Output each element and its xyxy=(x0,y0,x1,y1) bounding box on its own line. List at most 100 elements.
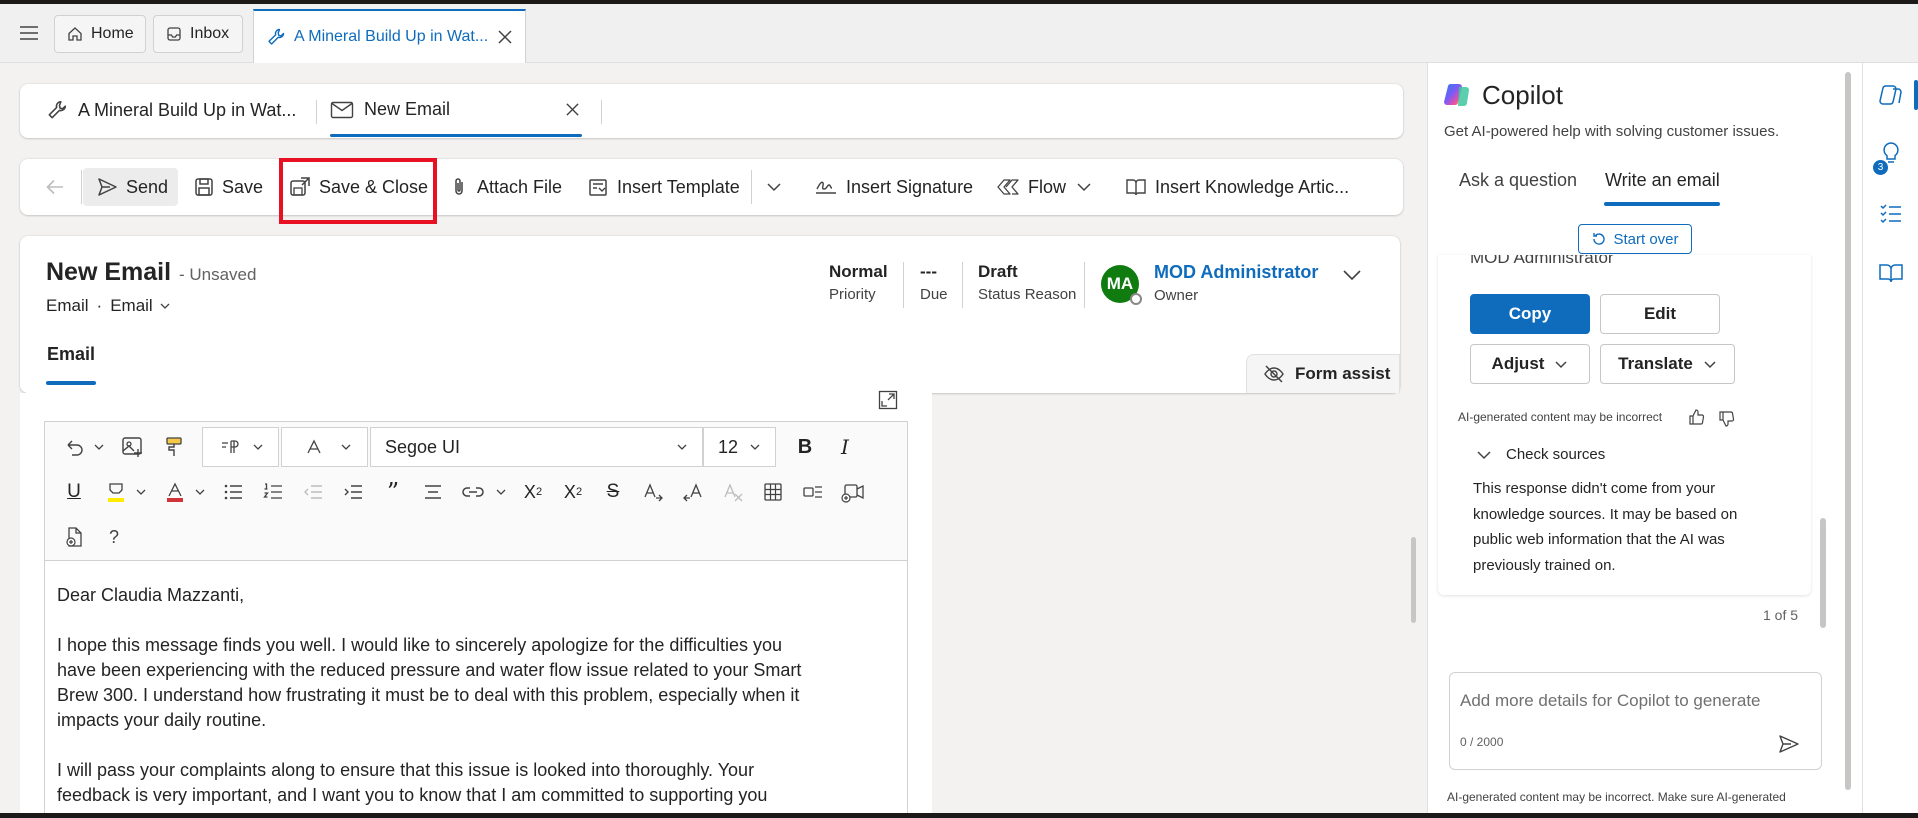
help-icon[interactable]: ? xyxy=(101,524,127,550)
edit-button[interactable]: Edit xyxy=(1600,294,1720,334)
text-direction-ltr-icon[interactable] xyxy=(640,479,666,505)
thumbs-down-icon[interactable] xyxy=(1718,410,1736,428)
font-size-value: 12 xyxy=(718,436,739,457)
decrease-indent-icon[interactable] xyxy=(300,479,326,505)
close-icon[interactable] xyxy=(565,102,580,117)
start-over-button[interactable]: Start over xyxy=(1578,224,1692,254)
hamburger-menu-icon[interactable] xyxy=(18,22,40,44)
email-paragraph-line: impacts your daily routine. xyxy=(57,710,267,730)
form-assist-button[interactable]: Form assist xyxy=(1246,354,1400,393)
text-direction-rtl-icon[interactable] xyxy=(680,479,706,505)
chevron-down-icon[interactable] xyxy=(193,479,207,505)
divider xyxy=(81,170,82,204)
font-color-icon[interactable] xyxy=(162,479,188,505)
refresh-icon xyxy=(1591,231,1607,247)
chevron-down-icon xyxy=(338,434,354,460)
insert-template-button[interactable]: Insert Template xyxy=(587,173,740,201)
email-paragraph-line: Brew 300. I understand how frustrating i… xyxy=(57,685,800,705)
priority-label: Priority xyxy=(829,286,876,303)
translate-button[interactable]: Translate xyxy=(1600,344,1735,384)
send-button[interactable]: Send xyxy=(96,173,168,201)
send-icon[interactable] xyxy=(1777,733,1801,755)
chevron-down-icon xyxy=(1477,450,1491,459)
table-icon[interactable] xyxy=(760,479,786,505)
owner-name[interactable]: MOD Administrator xyxy=(1154,262,1318,283)
increase-indent-icon[interactable] xyxy=(340,479,366,505)
insert-knowledge-button[interactable]: Insert Knowledge Artic... xyxy=(1125,173,1349,201)
record-tab-case[interactable]: A Mineral Build Up in Wat... xyxy=(46,99,296,121)
knowledge-book-icon[interactable] xyxy=(1878,260,1904,286)
chevron-down-icon[interactable] xyxy=(92,434,106,460)
format-painter-icon[interactable] xyxy=(161,434,187,460)
expand-icon[interactable] xyxy=(878,390,898,410)
insert-image-icon[interactable] xyxy=(120,434,146,460)
insert-signature-button[interactable]: Insert Signature xyxy=(814,173,973,201)
superscript-icon[interactable]: X2 xyxy=(520,479,546,505)
strikethrough-icon[interactable]: S xyxy=(600,479,626,505)
status-label: Status Reason xyxy=(978,286,1077,303)
tab-home[interactable]: Home xyxy=(54,15,146,53)
checklist-icon[interactable] xyxy=(1878,200,1904,226)
chevron-down-icon[interactable] xyxy=(765,178,783,196)
owner-label: Owner xyxy=(1154,287,1199,304)
record-tab-email[interactable]: New Email xyxy=(330,99,580,120)
clear-format-icon[interactable] xyxy=(720,479,746,505)
bullet-list-icon[interactable] xyxy=(220,479,246,505)
align-icon[interactable] xyxy=(420,479,446,505)
save-close-button[interactable]: Save & Close xyxy=(289,173,428,201)
chevron-down-icon xyxy=(250,434,266,460)
thumbs-up-icon[interactable] xyxy=(1688,408,1706,426)
font-family-value: Segoe UI xyxy=(385,436,461,457)
unsaved-label: - Unsaved xyxy=(178,265,257,284)
chevron-down-icon[interactable] xyxy=(1075,178,1093,196)
undo-icon[interactable] xyxy=(61,434,87,460)
copilot-scrollbar-thumb[interactable] xyxy=(1820,518,1826,628)
record-tab-underline xyxy=(330,134,582,137)
copilot-subtitle: Get AI-powered help with solving custome… xyxy=(1444,123,1780,140)
flow-button[interactable]: Flow xyxy=(996,173,1066,201)
back-arrow-icon[interactable] xyxy=(44,176,66,198)
insert-file-icon[interactable] xyxy=(61,524,87,550)
close-icon[interactable] xyxy=(497,29,513,45)
pane-scrollbar-thumb[interactable] xyxy=(1845,72,1851,790)
tab-inbox[interactable]: Inbox xyxy=(153,15,243,53)
chevron-down-icon[interactable] xyxy=(494,479,508,505)
due-label: Due xyxy=(920,286,948,303)
tab-email-form[interactable]: Email xyxy=(47,344,95,365)
font-family-select[interactable]: Segoe UI xyxy=(370,427,703,467)
copilot-tab-write[interactable]: Write an email xyxy=(1605,170,1720,191)
insert-video-icon[interactable] xyxy=(840,479,866,505)
numbered-list-icon[interactable] xyxy=(260,479,286,505)
bold-icon[interactable]: B xyxy=(792,434,818,460)
form-selector[interactable]: Email xyxy=(110,296,171,316)
copy-button[interactable]: Copy xyxy=(1470,294,1590,334)
insert-field-icon[interactable] xyxy=(800,479,826,505)
quote-icon[interactable]: ” xyxy=(380,478,406,506)
template-icon xyxy=(587,176,609,198)
adjust-button[interactable]: Adjust xyxy=(1470,344,1590,384)
ai-notice: AI-generated content may be incorrect xyxy=(1458,410,1663,424)
font-size-select[interactable]: 12 xyxy=(703,427,776,467)
tab-active-case[interactable]: A Mineral Build Up in Wat... xyxy=(253,9,526,63)
divider xyxy=(316,100,317,124)
main-scrollbar-thumb[interactable] xyxy=(1411,537,1416,623)
email-body-editor[interactable]: Dear Claudia Mazzanti, I hope this messa… xyxy=(44,561,908,818)
chevron-down-icon[interactable] xyxy=(1341,263,1363,285)
italic-icon[interactable]: I xyxy=(832,434,858,460)
highlight-icon[interactable] xyxy=(103,479,129,505)
eye-off-icon xyxy=(1263,363,1285,385)
save-button[interactable]: Save xyxy=(194,173,263,201)
attach-file-button[interactable]: Attach File xyxy=(449,173,562,201)
home-icon xyxy=(67,26,83,42)
link-icon[interactable] xyxy=(460,479,486,505)
underline-icon[interactable]: U xyxy=(61,479,87,505)
copilot-tab-ask[interactable]: Ask a question xyxy=(1459,170,1577,191)
check-sources-toggle[interactable]: Check sources xyxy=(1476,446,1605,463)
subscript-icon[interactable]: X2 xyxy=(560,479,586,505)
copilot-input-box[interactable]: Add more details for Copilot to generate… xyxy=(1449,672,1822,770)
tab-underline xyxy=(46,381,96,385)
copilot-title: Copilot xyxy=(1482,80,1563,110)
chevron-down-icon[interactable] xyxy=(134,479,148,505)
copilot-logo-icon xyxy=(1443,81,1471,109)
copilot-rail-icon[interactable] xyxy=(1878,82,1904,108)
